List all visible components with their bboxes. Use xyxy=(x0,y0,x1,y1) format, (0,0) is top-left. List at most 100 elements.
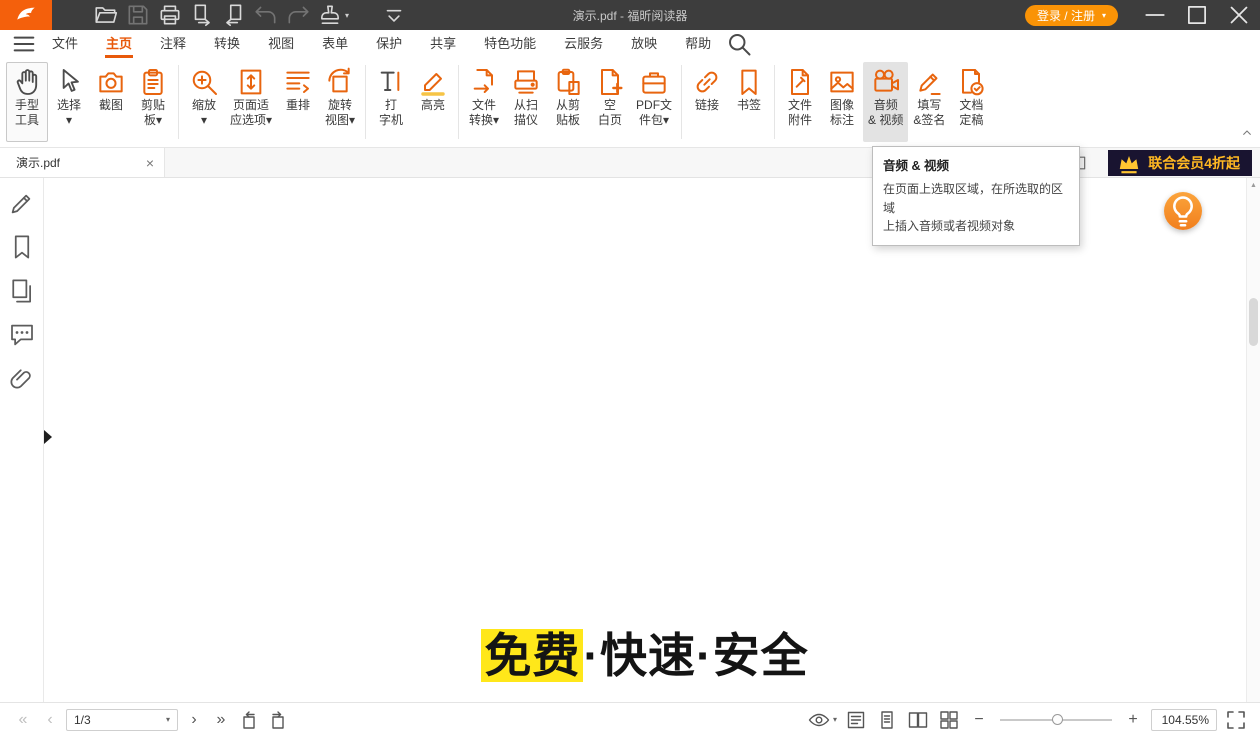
panel-expand-arrow[interactable] xyxy=(44,430,52,444)
ribbon-button-label: 文档定稿 xyxy=(959,98,983,128)
menu-tab[interactable]: 共享 xyxy=(416,30,470,58)
save-button[interactable] xyxy=(122,2,154,28)
document-page[interactable]: 免费·快速·安全 xyxy=(44,178,1246,702)
rotate-right-icon xyxy=(266,708,290,732)
quick-access-toolbar: ▾ xyxy=(90,2,410,28)
reflow-button[interactable]: 重排 xyxy=(277,62,319,142)
ribbon-button-label: 空白页 xyxy=(598,98,622,128)
menu-tab[interactable]: 注释 xyxy=(146,30,200,58)
blank-page-button[interactable]: 空白页 xyxy=(589,62,631,142)
typewriter-icon xyxy=(375,66,407,98)
close-button[interactable] xyxy=(1218,0,1260,30)
page-number-box[interactable]: 1/3▾ xyxy=(66,709,178,731)
search-icon xyxy=(725,30,753,58)
undo-button[interactable] xyxy=(250,2,282,28)
ribbon-button-label: 手型工具 xyxy=(15,98,39,128)
menu-tab[interactable]: 放映 xyxy=(617,30,671,58)
menu-tab[interactable]: 视图 xyxy=(254,30,308,58)
ribbon-separator xyxy=(178,65,179,139)
edit-note-button[interactable] xyxy=(7,188,37,218)
page-export-button[interactable] xyxy=(186,2,218,28)
last-page-button[interactable]: » xyxy=(210,708,232,732)
rotate-left-button[interactable] xyxy=(237,708,261,732)
zoom-out-button[interactable]: − xyxy=(968,708,990,732)
hamburger-menu-button[interactable] xyxy=(10,30,38,58)
foxit-logo[interactable] xyxy=(0,0,52,30)
bookmark-button[interactable]: 书签 xyxy=(728,62,770,142)
select-cursor-button[interactable]: 选择▾ xyxy=(48,62,90,142)
audio-video-button[interactable]: 音频& 视频 xyxy=(863,62,908,142)
convert-icon xyxy=(468,66,500,98)
statusbar: « ‹ 1/3▾ › » ▾ − +104.55% xyxy=(0,702,1260,736)
menu-tab[interactable]: 帮助 xyxy=(671,30,725,58)
convert-button[interactable]: 文件转换▾ xyxy=(463,62,505,142)
login-button[interactable]: 登录 / 注册 ▾ xyxy=(1025,5,1118,26)
snapshot-button[interactable]: 截图 xyxy=(90,62,132,142)
quad-pages-button[interactable] xyxy=(937,708,961,732)
next-page-button[interactable]: › xyxy=(183,708,205,732)
rotate-view-button[interactable]: 旋转视图▾ xyxy=(319,62,361,142)
hand-button[interactable]: 手型工具 xyxy=(6,62,48,142)
zoom-slider-thumb[interactable] xyxy=(1052,714,1063,725)
ribbon-button-label: 文件转换▾ xyxy=(469,98,499,128)
fullscreen-button[interactable] xyxy=(1224,708,1248,732)
attach-file-button[interactable]: 文件附件 xyxy=(779,62,821,142)
page-import-button[interactable] xyxy=(218,2,250,28)
scroll-up-arrow[interactable]: ▲ xyxy=(1247,178,1260,192)
open-folder-button[interactable] xyxy=(90,2,122,28)
fill-sign-button[interactable]: 填写&签名 xyxy=(908,62,950,142)
vertical-scrollbar[interactable]: ▲ xyxy=(1246,178,1260,702)
zoom-in-button[interactable]: + xyxy=(1122,708,1144,732)
bookmark-panel-button[interactable] xyxy=(7,232,37,262)
rotate-right-button[interactable] xyxy=(266,708,290,732)
zoom-slider[interactable] xyxy=(1000,719,1112,721)
link-button[interactable]: 链接 xyxy=(686,62,728,142)
tab-close-icon[interactable]: × xyxy=(146,156,154,170)
prev-page-icon: ‹ xyxy=(47,711,52,729)
document-tab[interactable]: 演示.pdf× xyxy=(0,148,165,177)
search-button[interactable] xyxy=(725,30,753,58)
portfolio-button[interactable]: PDF文件包▾ xyxy=(631,62,677,142)
menu-tab[interactable]: 特色功能 xyxy=(470,30,550,58)
menu-tab[interactable]: 云服务 xyxy=(550,30,617,58)
scrollbar-thumb[interactable] xyxy=(1249,298,1258,346)
highlight-button[interactable]: 高亮 xyxy=(412,62,454,142)
finalize-button[interactable]: 文档定稿 xyxy=(950,62,992,142)
clipboard-button[interactable]: 剪贴板▾ xyxy=(132,62,174,142)
menu-tab[interactable]: 表单 xyxy=(308,30,362,58)
print-button[interactable] xyxy=(154,2,186,28)
typewriter-button[interactable]: 打字机 xyxy=(370,62,412,142)
facing-pages-button[interactable] xyxy=(906,708,930,732)
redo-button[interactable] xyxy=(282,2,314,28)
scanner-button[interactable]: 从扫描仪 xyxy=(505,62,547,142)
menu-tab[interactable]: 文件 xyxy=(38,30,92,58)
menu-tab[interactable]: 转换 xyxy=(200,30,254,58)
minimize-button[interactable] xyxy=(1134,0,1176,30)
from-clipboard-button[interactable]: 从剪贴板 xyxy=(547,62,589,142)
menu-tab[interactable]: 主页 xyxy=(92,30,146,58)
membership-banner[interactable]: 联合会员4折起 xyxy=(1108,150,1252,176)
single-page-button[interactable] xyxy=(875,708,899,732)
stamp-button[interactable]: ▾ xyxy=(314,2,352,28)
assistant-button[interactable] xyxy=(1164,192,1202,230)
view-mode-button[interactable]: ▾ xyxy=(807,708,837,732)
ribbon-button-label: PDF文件包▾ xyxy=(636,98,672,128)
menu-tab[interactable]: 保护 xyxy=(362,30,416,58)
zoom-button[interactable]: 缩放▾ xyxy=(183,62,225,142)
zoom-level-box[interactable]: 104.55% xyxy=(1151,709,1217,731)
ribbon-button-label: 从扫描仪 xyxy=(514,98,538,128)
customize-toolbar-button[interactable] xyxy=(378,2,410,28)
fit-page-button[interactable]: 页面适应选项▾ xyxy=(225,62,277,142)
attachment-panel-button[interactable] xyxy=(7,364,37,394)
prev-page-button[interactable]: ‹ xyxy=(39,708,61,732)
tab-strip: 演示.pdf× xyxy=(0,148,165,177)
collapse-ribbon-button[interactable] xyxy=(1239,125,1255,141)
image-annot-button[interactable]: 图像标注 xyxy=(821,62,863,142)
text-viewer-button[interactable] xyxy=(844,708,868,732)
maximize-button[interactable] xyxy=(1176,0,1218,30)
next-page-icon: › xyxy=(191,711,196,729)
fit-page-icon xyxy=(235,66,267,98)
first-page-button[interactable]: « xyxy=(12,708,34,732)
comments-panel-button[interactable] xyxy=(7,320,37,350)
pages-panel-button[interactable] xyxy=(7,276,37,306)
